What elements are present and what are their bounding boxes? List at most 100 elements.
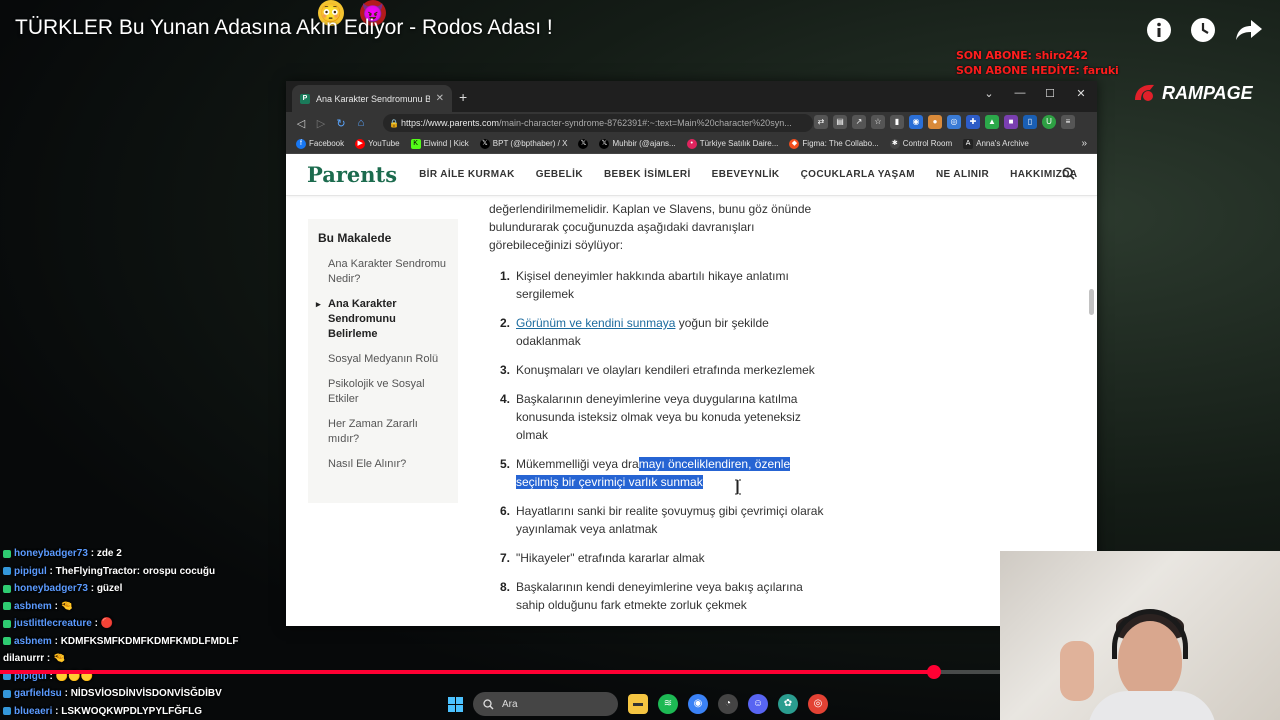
parents-logo[interactable]: Parents [307,162,397,187]
taskbar-search[interactable]: Ara [473,692,618,716]
chrome-icon[interactable]: ◎ [808,694,828,714]
chat-username[interactable]: pipigul [14,563,47,581]
chat-message: asbnem : KDMFKSMFKDMFKDMFKMDLFMDLF [0,633,300,651]
chat-badge-icon [3,619,11,628]
kick-icon: K [410,138,421,149]
list-number: 1. [500,269,511,283]
extension-icon[interactable]: ◎ [947,115,961,129]
share-icon[interactable] [1234,15,1264,45]
chat-username[interactable]: dilanurrr [3,650,44,668]
toc-item[interactable]: Psikolojik ve Sosyal Etkiler [318,377,448,407]
back-icon[interactable]: ◁ [291,117,311,130]
chat-message: dilanurrr : 🤏 [0,650,300,668]
spotify-icon[interactable]: ≋ [658,694,678,714]
browser-tab-active[interactable]: P Ana Karakter Sendromunu Belirleme ✕ [292,85,452,112]
nav-link[interactable]: BEBEK İSİMLERİ [604,169,691,180]
profile-avatar[interactable]: U [1042,115,1056,129]
share-page-icon[interactable]: ↗ [852,115,866,129]
sidebar-icon[interactable]: ▯ [1023,115,1037,129]
maximize-button[interactable]: ☐ [1040,87,1060,100]
bookmark-item[interactable]: 𝕏 Muhbir (@ajans... [599,138,676,149]
emote-icon: 🤏 [60,600,74,612]
chrome-icon[interactable]: ◉ [688,694,708,714]
bookmark-item[interactable]: 𝕏 [578,138,589,149]
nav-link[interactable]: ÇOCUKLARLA YAŞAM [801,169,915,180]
nav-link[interactable]: NE ALINIR [936,169,989,180]
rampage-logo: RAMPAGE [1132,82,1253,104]
progress-scrubber[interactable] [927,665,942,679]
chat-username[interactable]: honeybadger73 [14,580,88,598]
minimize-button[interactable]: — [1010,87,1030,99]
app-icon[interactable]: ✿ [778,694,798,714]
nav-link[interactable]: EBEVEYNLİK [712,169,780,180]
close-window-button[interactable]: ✕ [1071,87,1091,100]
puzzle-icon[interactable]: ✚ [966,115,980,129]
tab-search-icon[interactable]: ⌄ [979,87,999,100]
bookmark-item[interactable]: K Elwind | Kick [410,138,469,149]
toc-item[interactable]: Sosyal Medyanın Rolü [318,352,448,367]
menu-icon[interactable]: ≡ [1061,115,1075,129]
extension-icon[interactable]: ■ [1004,115,1018,129]
chat-username[interactable]: asbnem [14,598,52,616]
chat-username[interactable]: asbnem [14,633,52,651]
extension-icon[interactable]: ▲ [985,115,999,129]
reader-icon[interactable]: ▤ [833,115,847,129]
url-field[interactable]: 🔒 https://www.parents.com/main-character… [383,114,813,132]
list-number: 4. [500,392,511,406]
more-bookmarks-icon[interactable]: » [1081,138,1087,149]
extension-icon[interactable]: ◉ [909,115,923,129]
extension-icon[interactable]: ● [928,115,942,129]
chat-text: NİDSVİOSDİNVİSDONVİSĞDİBV [70,688,222,699]
bookmark-item[interactable]: • Türkiye Satılık Daire... [686,138,778,149]
search-icon[interactable] [1062,167,1075,185]
toc-item[interactable]: Nasıl Ele Alınır? [318,457,448,472]
watch-later-icon[interactable] [1188,15,1218,45]
nav-link[interactable]: BİR AİLE KURMAK [419,169,515,180]
list-item: 8. Başkalarının kendi deneyimlerine veya … [489,578,834,614]
url-host: https://www.parents.com [401,118,500,128]
bookmark-item[interactable]: ✱ Control Room [889,138,952,149]
nav-link[interactable]: GEBELİK [536,169,583,180]
translate-icon[interactable]: ⇄ [814,115,828,129]
bookmark-item[interactable]: A Anna's Archive [963,138,1029,149]
article-link[interactable]: Görünüm ve kendini sunmaya [516,316,675,330]
close-tab-icon[interactable]: ✕ [436,93,444,104]
info-icon[interactable] [1144,15,1174,45]
list-number: 5. [500,457,511,471]
emote-icon: 🤏 [53,653,66,664]
toc-item[interactable]: Ana Karakter Sendromu Nedir? [318,257,448,287]
scrollbar-thumb[interactable] [1089,289,1094,315]
star-icon[interactable]: ☆ [871,115,885,129]
bookmark-item[interactable]: ▶ YouTube [355,138,400,149]
bookmark-item[interactable]: f Facebook [296,138,344,149]
forward-icon[interactable]: ▷ [311,117,331,130]
bookmark-item[interactable]: ◆ Figma: The Collabo... [789,138,879,149]
file-explorer-icon[interactable]: ▬ [628,694,648,714]
chat-username[interactable]: garfieldsu [14,685,62,703]
obs-icon[interactable]: ◔ [718,694,738,714]
extensions-bar: ⇄ ▤ ↗ ☆ ▮ ◉ ● ◎ ✚ ▲ ■ ▯ U ≡ [814,115,1075,129]
bookmark-icon[interactable]: ▮ [890,115,904,129]
toc-item[interactable]: Her Zaman Zararlı mıdır? [318,417,448,447]
list-text: Başkalarının kendi deneyimlerine veya ba… [516,580,803,612]
reload-icon[interactable]: ↻ [331,117,351,130]
discord-icon[interactable]: ☺ [748,694,768,714]
chat-username[interactable]: blueaeri [14,703,52,720]
chat-username[interactable]: justlittlecreature [14,615,92,633]
chat-message: asbnem : 🤏 [0,598,300,616]
tab-bar: P Ana Karakter Sendromunu Belirleme ✕ + … [286,81,1097,112]
windows-taskbar: Ara ▬ ≋ ◉ ◔ ☺ ✿ ◎ [448,690,828,718]
chat-username[interactable]: honeybadger73 [14,545,88,563]
bookmark-item[interactable]: 𝕏 BPT (@bpthaber) / X [479,138,567,149]
home-icon[interactable]: ⌂ [351,117,371,129]
web-page: Parents BİR AİLE KURMAK GEBELİK BEBEK İS… [286,154,1097,626]
last-subscriber: SON ABONE: shiro242 [956,49,1088,62]
video-title[interactable]: TÜRKLER Bu Yunan Adasına Akın Ediyor - R… [15,16,553,40]
list-text: "Hikayeler" etrafında kararlar almak [516,551,705,565]
windows-start-icon[interactable] [448,696,463,712]
streamer-hand [1060,641,1094,701]
list-text: Konuşmaları ve olayları kendileri etrafı… [516,363,815,377]
toc-item-active[interactable]: Ana Karakter Sendromunu Belirleme [316,297,448,342]
new-tab-button[interactable]: + [459,89,467,105]
chat-text: zde 2 [96,548,122,559]
